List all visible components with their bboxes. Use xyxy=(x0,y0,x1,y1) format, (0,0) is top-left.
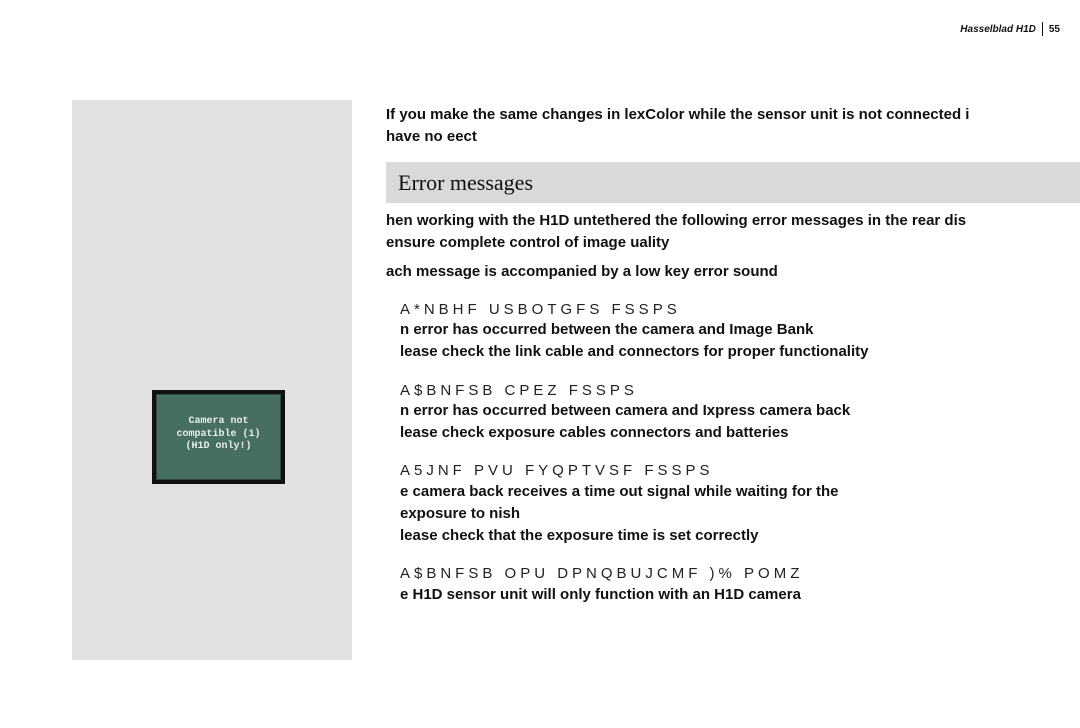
error-title: A$BNFSB OPU DPNQBUJCMF )% POMZ xyxy=(400,564,1080,584)
lcd-text: Camera not compatible (1) (H1D only!) xyxy=(156,394,281,454)
page-header: Hasselblad H1D 55 xyxy=(960,22,1060,36)
body-text: hen working with the H1D untethered the … xyxy=(386,211,1080,231)
header-divider xyxy=(1042,22,1043,36)
intro-text: have no eect xyxy=(386,127,1080,147)
section-heading: Error messages xyxy=(386,162,1080,204)
error-line: n error has occurred between camera and … xyxy=(400,401,1080,421)
error-line: n error has occurred between the camera … xyxy=(400,320,1080,340)
error-title: A5JNF PVU FYQPTVSF FSSPS xyxy=(400,461,1080,481)
brand-label: Hasselblad H1D xyxy=(960,24,1036,35)
error-line: lease check exposure cables connectors a… xyxy=(400,423,1080,443)
lcd-line: compatible (1) xyxy=(156,429,281,442)
body-text: ach message is accompanied by a low key … xyxy=(386,262,1080,282)
content-column: If you make the same changes in lexColor… xyxy=(386,105,1080,607)
camera-lcd: Camera not compatible (1) (H1D only!) xyxy=(152,390,285,484)
error-line: e H1D sensor unit will only function wit… xyxy=(400,585,1080,605)
figure-panel xyxy=(72,100,352,660)
lcd-line: (H1D only!) xyxy=(156,441,281,454)
error-line: lease check the link cable and connector… xyxy=(400,342,1080,362)
error-title: A$BNFSB CPEZ FSSPS xyxy=(400,381,1080,401)
error-line: e camera back receives a time out signal… xyxy=(400,482,1080,502)
error-line: exposure to nish xyxy=(400,504,1080,524)
body-text: ensure complete control of image uality xyxy=(386,233,1080,253)
error-title: A*NBHF USBOTGFS FSSPS xyxy=(400,300,1080,320)
page-number: 55 xyxy=(1049,24,1060,35)
intro-text: If you make the same changes in lexColor… xyxy=(386,105,1080,125)
error-line: lease check that the exposure time is se… xyxy=(400,526,1080,546)
lcd-line: Camera not xyxy=(156,416,281,429)
